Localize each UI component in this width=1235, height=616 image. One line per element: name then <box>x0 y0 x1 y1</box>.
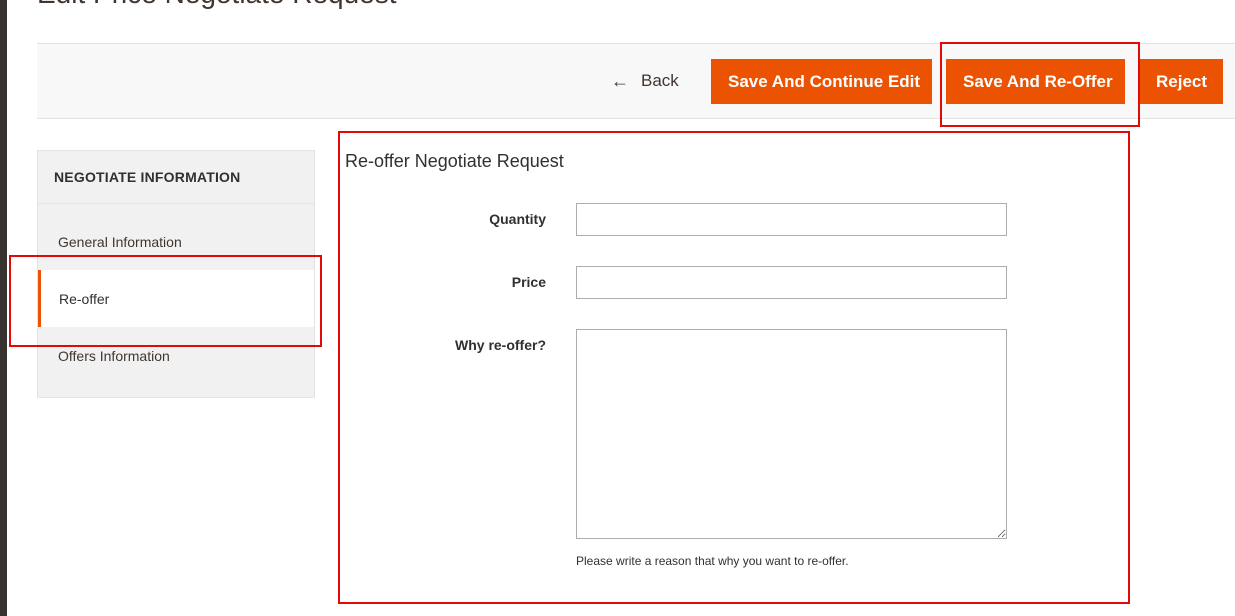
sidebar-item-label: General Information <box>58 234 182 250</box>
page-title: Edit Price Negotiate Request <box>37 0 397 10</box>
negotiate-information-sidebar: NEGOTIATE INFORMATION General Informatio… <box>37 150 315 398</box>
sidebar-title: NEGOTIATE INFORMATION <box>54 169 241 185</box>
sidebar-divider <box>38 203 314 204</box>
sidebar-item-label: Offers Information <box>58 348 170 364</box>
quantity-input[interactable] <box>576 203 1007 236</box>
sidebar-item-label: Re-offer <box>59 290 110 307</box>
back-button[interactable]: ← Back <box>611 62 679 100</box>
form-title: Re-offer Negotiate Request <box>345 151 564 171</box>
sidebar-item-re-offer[interactable]: Re-offer <box>38 270 314 327</box>
quantity-label: Quantity <box>489 211 546 227</box>
reason-note: Please write a reason that why you want … <box>576 554 849 568</box>
arrow-left-icon: ← <box>611 71 629 91</box>
back-button-label: Back <box>641 71 679 90</box>
price-label: Price <box>511 274 546 290</box>
page: Edit Price Negotiate Request ← Back Save… <box>0 0 1235 616</box>
save-and-re-offer-button[interactable]: Save And Re-Offer <box>946 59 1125 104</box>
left-edge-strip <box>0 0 7 616</box>
reason-textarea[interactable] <box>576 329 1007 539</box>
reason-label: Why re-offer? <box>455 337 546 353</box>
notifications-icon[interactable] <box>1217 0 1229 2</box>
reject-button[interactable]: Reject <box>1139 59 1223 104</box>
sidebar-item-offers-information[interactable]: Offers Information <box>38 333 314 379</box>
save-and-continue-edit-button[interactable]: Save And Continue Edit <box>711 59 932 104</box>
page-actions-bar: ← Back Save And Continue Edit Save And R… <box>37 43 1235 119</box>
price-input[interactable] <box>576 266 1007 299</box>
sidebar-item-general-information[interactable]: General Information <box>38 219 314 265</box>
